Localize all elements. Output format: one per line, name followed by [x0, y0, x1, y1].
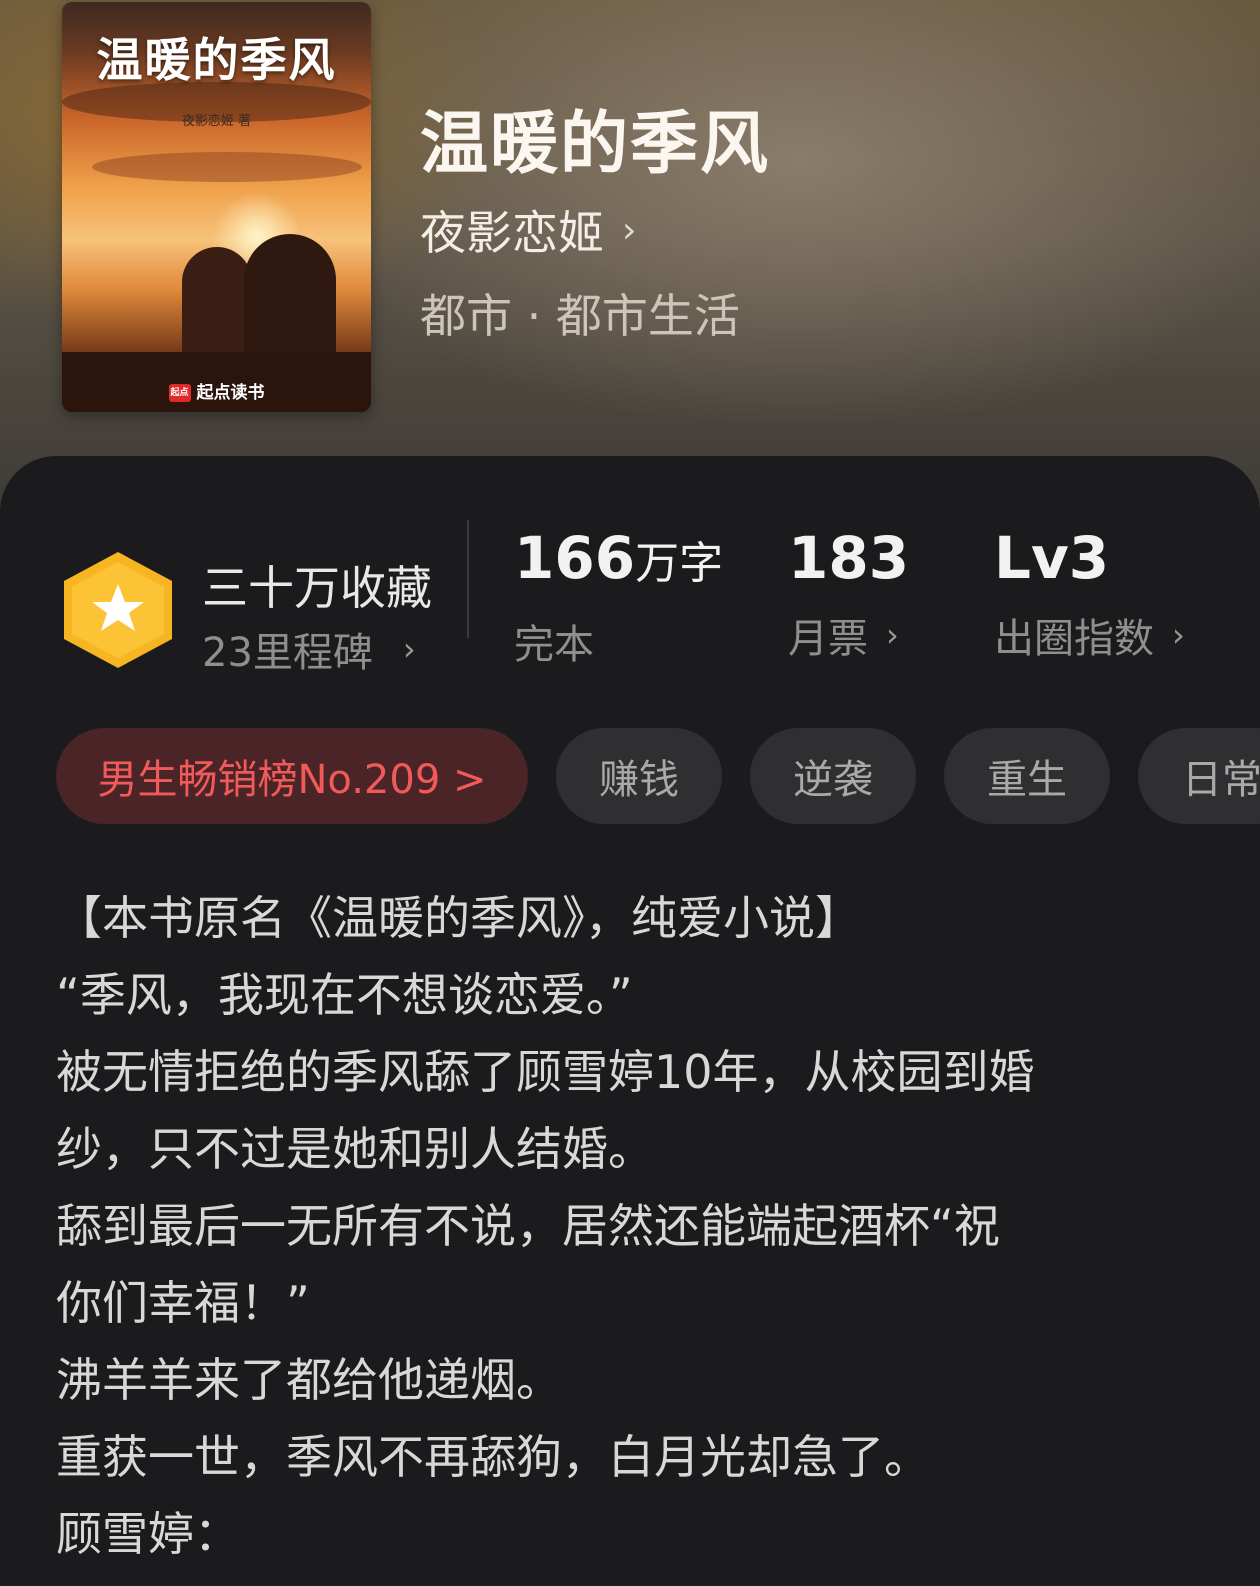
favorites-count: 三十万收藏 — [202, 561, 432, 615]
description-line: 【本书原名《温暖的季风》，纯爱小说】 — [56, 891, 861, 945]
milestone-label: 23里程碑 — [202, 630, 373, 676]
word-count-value: 166 — [514, 524, 636, 592]
milestone-link[interactable]: 23里程碑 › — [202, 620, 416, 678]
tag-row: 男生畅销榜No.209 > 赚钱 逆袭 重生 日常 — [56, 728, 1260, 824]
monthly-ticket-stat[interactable]: 183 月票 › — [788, 524, 909, 664]
genre-label[interactable]: 都市 · 都市生活 — [420, 280, 740, 346]
description-line: 被无情拒绝的季风舔了顾雪婷10年，从校园到婚 — [56, 1045, 1035, 1099]
brand-name: 起点读书 — [196, 383, 265, 403]
cover-brand: 起点 起点读书 — [62, 378, 371, 403]
monthly-ticket-label: 月票 — [788, 616, 868, 662]
rank-chip[interactable]: 男生畅销榜No.209 > — [56, 728, 528, 824]
cover-cloud — [92, 152, 362, 182]
description-line: 顾雪婷： — [56, 1507, 240, 1561]
cover-author: 夜影恋姬 著 — [181, 114, 252, 129]
monthly-ticket-value: 183 — [788, 524, 910, 592]
author-link[interactable]: 夜影恋姬 › — [420, 197, 636, 263]
description-line: “季风，我现在不想谈恋爱。” — [56, 968, 633, 1022]
cover-title: 温暖的季风 — [96, 33, 337, 87]
status-label: 完本 — [514, 622, 594, 668]
tag-chip[interactable]: 逆袭 — [750, 728, 916, 824]
chevron-right-icon: › — [402, 630, 416, 668]
tag-chip[interactable]: 日常 — [1138, 728, 1260, 824]
chevron-right-icon: › — [1172, 616, 1185, 654]
popularity-value: Lv3 — [994, 524, 1110, 592]
chevron-right-icon: › — [886, 616, 899, 654]
book-cover[interactable]: 温暖的季风 夜影恋姬 著 起点 起点读书 — [62, 2, 371, 412]
chevron-right-icon: › — [622, 209, 637, 251]
word-count-stat: 166万字 完本 — [514, 524, 723, 670]
tag-chip[interactable]: 重生 — [944, 728, 1110, 824]
description-line: 重获一世，季风不再舔狗，白月光却急了。 — [56, 1430, 930, 1484]
description-line: 纱，只不过是她和别人结婚。 — [56, 1122, 654, 1176]
cover-figure — [182, 247, 252, 367]
book-description[interactable]: 【本书原名《温暖的季风》，纯爱小说】 “季风，我现在不想谈恋爱。” 被无情拒绝的… — [56, 880, 1206, 1573]
author-name: 夜影恋姬 — [420, 206, 604, 260]
description-line: 你们幸福！” — [56, 1276, 310, 1330]
star-badge-icon[interactable] — [60, 550, 176, 670]
book-title: 温暖的季风 — [420, 104, 771, 184]
brand-logo-icon: 起点 — [168, 384, 191, 402]
tag-chip[interactable]: 赚钱 — [556, 728, 722, 824]
popularity-label: 出圈指数 — [994, 616, 1154, 662]
word-count-unit: 万字 — [635, 538, 724, 589]
popularity-stat[interactable]: Lv3 出圈指数 › — [994, 524, 1185, 664]
stats-divider — [467, 520, 469, 638]
description-line: 舔到最后一无所有不说，居然还能端起酒杯“祝 — [56, 1199, 1000, 1253]
description-line: 沸羊羊来了都给他递烟。 — [56, 1353, 562, 1407]
